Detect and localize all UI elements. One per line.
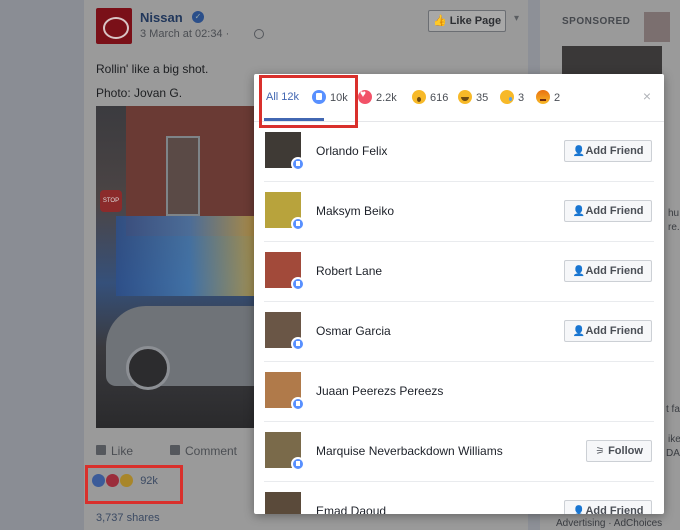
list-item: Emad Daoud 👤Add Friend xyxy=(264,482,654,514)
left-gutter xyxy=(0,0,84,530)
person-name[interactable]: Emad Daoud xyxy=(316,504,386,514)
list-item: Robert Lane 👤Add Friend xyxy=(264,242,654,302)
post-timestamp[interactable]: 3 March at 02:34 · xyxy=(140,28,229,40)
highlight-annotation-top xyxy=(259,75,358,128)
add-friend-icon: 👤 xyxy=(572,266,585,277)
like-badge-icon xyxy=(291,457,305,471)
like-badge-icon xyxy=(291,337,305,351)
sidebar-snippet: ike xyxy=(668,434,680,445)
angry-icon xyxy=(536,90,550,104)
like-badge-icon xyxy=(291,217,305,231)
add-friend-button[interactable]: 👤Add Friend xyxy=(564,500,652,514)
like-page-label: Like Page xyxy=(449,15,502,27)
tab-wow-count: 616 xyxy=(430,92,449,104)
sidebar-snippet: DAB xyxy=(666,448,680,459)
page-name[interactable]: Nissan xyxy=(140,10,183,25)
list-item: Maksym Beiko 👤Add Friend xyxy=(264,182,654,242)
list-item: Orlando Felix 👤Add Friend xyxy=(264,122,654,182)
comment-action-button[interactable]: Comment xyxy=(170,444,237,458)
like-page-button[interactable]: 👍 Like Page xyxy=(428,10,506,32)
verified-badge-icon: ✓ xyxy=(192,11,204,23)
reactions-dialog: All 12k 10k 2.2k 616 35 3 2 × Orlando Fe… xyxy=(254,74,664,514)
tab-love[interactable]: 2.2k xyxy=(358,89,397,107)
globe-icon xyxy=(254,29,264,39)
sad-icon xyxy=(500,90,514,104)
tab-love-count: 2.2k xyxy=(376,92,397,104)
advertising-links[interactable]: Advertising · AdChoices xyxy=(556,518,662,529)
person-name[interactable]: Maksym Beiko xyxy=(316,204,394,218)
thumbs-up-icon: 👍 xyxy=(432,15,447,27)
highlight-annotation-bottom xyxy=(85,465,183,504)
person-name[interactable]: Robert Lane xyxy=(316,264,382,278)
love-icon xyxy=(358,89,372,104)
add-friend-label: Add Friend xyxy=(585,505,644,514)
rss-icon: ⚞ xyxy=(595,446,605,457)
add-friend-icon: 👤 xyxy=(572,506,585,514)
photo-window xyxy=(166,136,200,216)
sidebar-snippet: re. xyxy=(668,222,680,233)
tab-haha[interactable]: 35 xyxy=(458,90,489,107)
sidebar-snippet: hu xyxy=(668,208,680,219)
chevron-down-icon[interactable]: ▾ xyxy=(514,13,524,24)
add-friend-icon: 👤 xyxy=(572,206,585,217)
photo-credit: Photo: Jovan G. xyxy=(96,86,183,100)
person-name[interactable]: Juaan Peerezs Pereezs xyxy=(316,384,443,398)
avatar[interactable] xyxy=(265,492,301,514)
post-caption: Rollin' like a big shot. xyxy=(96,62,209,76)
post-text: Rollin' like a big shot. Photo: Jovan G. xyxy=(96,57,208,105)
add-friend-icon: 👤 xyxy=(572,146,585,157)
list-item: Marquise Neverbackdown Williams ⚞ Follow xyxy=(264,422,654,482)
add-friend-icon: 👤 xyxy=(572,326,585,337)
like-icon xyxy=(96,445,106,455)
like-badge-icon xyxy=(291,157,305,171)
tab-sad-count: 3 xyxy=(518,92,525,104)
add-friend-label: Add Friend xyxy=(585,325,644,337)
shares-count[interactable]: 3,737 shares xyxy=(96,512,160,524)
add-friend-label: Add Friend xyxy=(585,265,644,277)
haha-icon xyxy=(458,90,472,104)
add-friend-label: Add Friend xyxy=(585,205,644,217)
sponsored-label: SPONSORED xyxy=(562,16,631,27)
photo-wheel xyxy=(126,346,170,390)
post-header: Nissan ✓ 3 March at 02:34 · 👍 Like Page … xyxy=(96,6,519,46)
sidebar-snippet: t fa xyxy=(666,404,680,415)
follow-button[interactable]: ⚞ Follow xyxy=(586,440,652,462)
tab-sad[interactable]: 3 xyxy=(500,90,525,107)
comment-action-label: Comment xyxy=(185,444,238,458)
like-badge-icon xyxy=(291,397,305,411)
person-name[interactable]: Orlando Felix xyxy=(316,144,387,158)
add-friend-button[interactable]: 👤Add Friend xyxy=(564,260,652,282)
add-friend-label: Add Friend xyxy=(585,145,644,157)
tab-wow[interactable]: 616 xyxy=(412,90,449,107)
comment-icon xyxy=(170,445,180,455)
tab-haha-count: 35 xyxy=(476,92,489,104)
stop-sign-icon: STOP xyxy=(100,190,122,212)
like-action-button[interactable]: Like xyxy=(96,444,133,458)
like-badge-icon xyxy=(291,277,305,291)
like-action-label: Like xyxy=(111,444,134,458)
person-name[interactable]: Marquise Neverbackdown Williams xyxy=(316,444,503,458)
wow-icon xyxy=(412,90,426,104)
add-friend-button[interactable]: 👤Add Friend xyxy=(564,140,652,162)
follow-label: Follow xyxy=(608,445,643,457)
add-friend-button[interactable]: 👤Add Friend xyxy=(564,200,652,222)
list-item: Osmar Garcia 👤Add Friend xyxy=(264,302,654,362)
add-friend-button[interactable]: 👤Add Friend xyxy=(564,320,652,342)
tab-angry[interactable]: 2 xyxy=(536,90,561,107)
close-icon[interactable]: × xyxy=(640,88,654,104)
tab-angry-count: 2 xyxy=(554,92,561,104)
list-item: Juaan Peerezs Pereezs xyxy=(264,362,654,422)
sidebar-ad-tag xyxy=(644,12,670,42)
person-name[interactable]: Osmar Garcia xyxy=(316,324,391,338)
nissan-logo[interactable] xyxy=(96,8,132,44)
